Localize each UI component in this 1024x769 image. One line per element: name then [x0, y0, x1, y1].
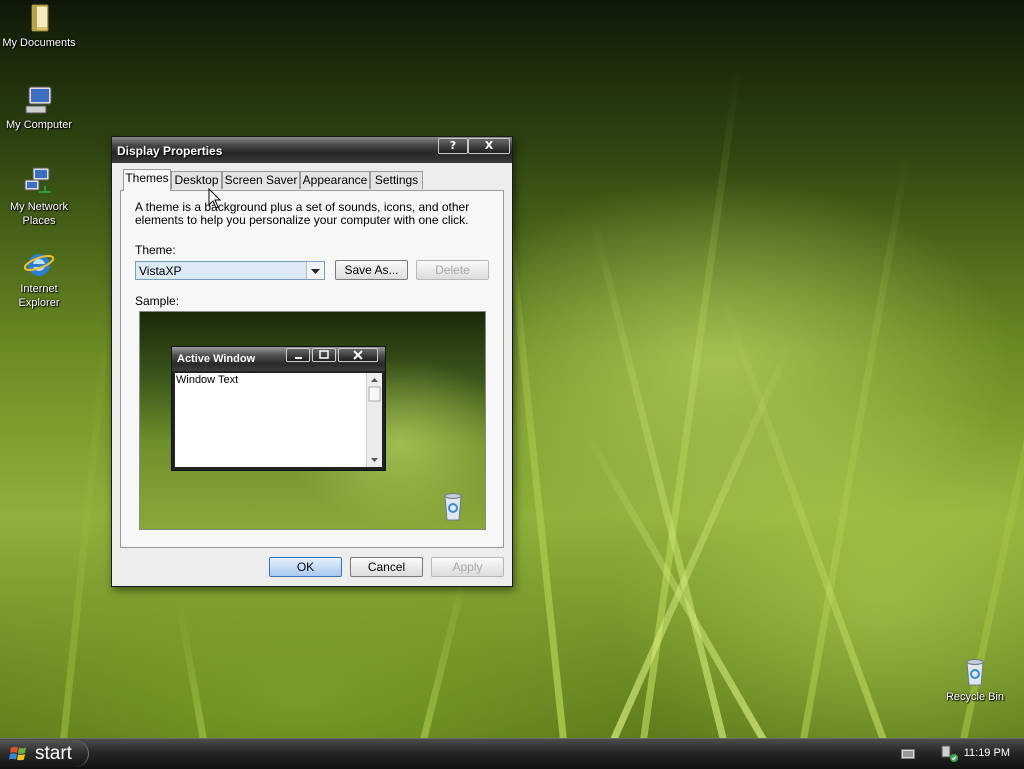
grass-blade [175, 601, 207, 738]
system-tray: 11:19 PM [889, 739, 1024, 769]
tab-themes[interactable]: Themes [123, 169, 171, 191]
grass-blade [960, 113, 1024, 738]
display-properties-dialog: Display Properties ? X Themes Desktop Sc… [111, 136, 513, 587]
grass-blade [420, 564, 471, 738]
maximize-icon [312, 348, 336, 362]
tab-settings[interactable]: Settings [370, 171, 423, 189]
start-label: start [35, 742, 72, 764]
desktop-icon-label: My Documents [2, 37, 76, 49]
theme-label: Theme: [135, 243, 176, 257]
desktop-icon-my-documents[interactable]: My Documents [0, 2, 78, 50]
desktop-icon-recycle-bin[interactable]: Recycle Bin [936, 656, 1014, 704]
tab-screen-saver[interactable]: Screen Saver [222, 171, 300, 189]
desktop-icon-label: Internet Explorer [18, 283, 60, 309]
theme-description: A theme is a background plus a set of so… [135, 200, 470, 227]
internet-explorer-icon [23, 254, 55, 276]
theme-dropdown-value: VistaXP [139, 264, 182, 278]
sample-window-titlebar: Active Window [172, 347, 385, 371]
theme-sample-preview: Active Window Window Text [139, 311, 486, 530]
ok-button[interactable]: OK [269, 557, 342, 577]
windows-flag-icon [9, 746, 26, 760]
close-button[interactable]: X [468, 138, 510, 154]
close-icon [338, 348, 378, 362]
sample-scrollbar [366, 373, 382, 467]
desktop-icon-label: My Computer [5, 119, 73, 131]
desktop-icon-label: Recycle Bin [945, 691, 1005, 703]
cancel-button[interactable]: Cancel [350, 557, 423, 577]
apply-button[interactable]: Apply [431, 557, 504, 577]
recycle-bin-icon [966, 659, 984, 686]
sample-window-title: Active Window [177, 353, 256, 365]
network-places-icon [24, 167, 51, 193]
sample-window-text: Window Text [176, 374, 239, 386]
help-button[interactable]: ? [438, 138, 468, 154]
desktop-icon-my-computer[interactable]: My Computer [0, 84, 78, 132]
grass-blade [800, 148, 912, 738]
sample-label: Sample: [135, 294, 180, 308]
sample-window-client: Window Text [175, 373, 382, 467]
sample-active-window: Active Window Window Text [171, 346, 386, 471]
taskbar: start 11:19 PM [0, 738, 1024, 769]
taskbar-clock[interactable]: 11:19 PM [964, 747, 1010, 759]
desktop-icon-internet-explorer[interactable]: Internet Explorer [0, 248, 78, 310]
network-status-icon[interactable] [941, 745, 959, 763]
mouse-cursor-icon [208, 188, 222, 209]
dialog-titlebar[interactable]: Display Properties ? X [112, 137, 512, 163]
grass-blade [580, 426, 767, 738]
grass-blade [716, 287, 887, 738]
folder-documents-icon [31, 4, 49, 32]
desktop-icon-label: My Network Places [9, 201, 69, 227]
keyboard-icon[interactable] [901, 749, 915, 759]
grass-blade [60, 321, 111, 738]
tab-appearance[interactable]: Appearance [300, 171, 370, 189]
theme-dropdown[interactable]: VistaXP [135, 261, 325, 280]
tab-desktop[interactable]: Desktop [171, 171, 222, 189]
desktop-icon-my-network-places[interactable]: My Network Places [0, 166, 78, 228]
scrollbar-arrows-icon [368, 378, 381, 462]
chevron-down-icon [311, 269, 320, 274]
computer-icon [25, 86, 52, 114]
dialog-title: Display Properties [117, 144, 223, 158]
minimize-icon [286, 348, 310, 362]
dropdown-arrow-button[interactable] [306, 262, 324, 279]
delete-button[interactable]: Delete [416, 260, 489, 280]
recycle-bin-icon [444, 493, 462, 521]
save-as-button[interactable]: Save As... [335, 260, 408, 280]
themes-tab-panel: A theme is a background plus a set of so… [120, 190, 504, 548]
start-button[interactable]: start [0, 740, 89, 767]
